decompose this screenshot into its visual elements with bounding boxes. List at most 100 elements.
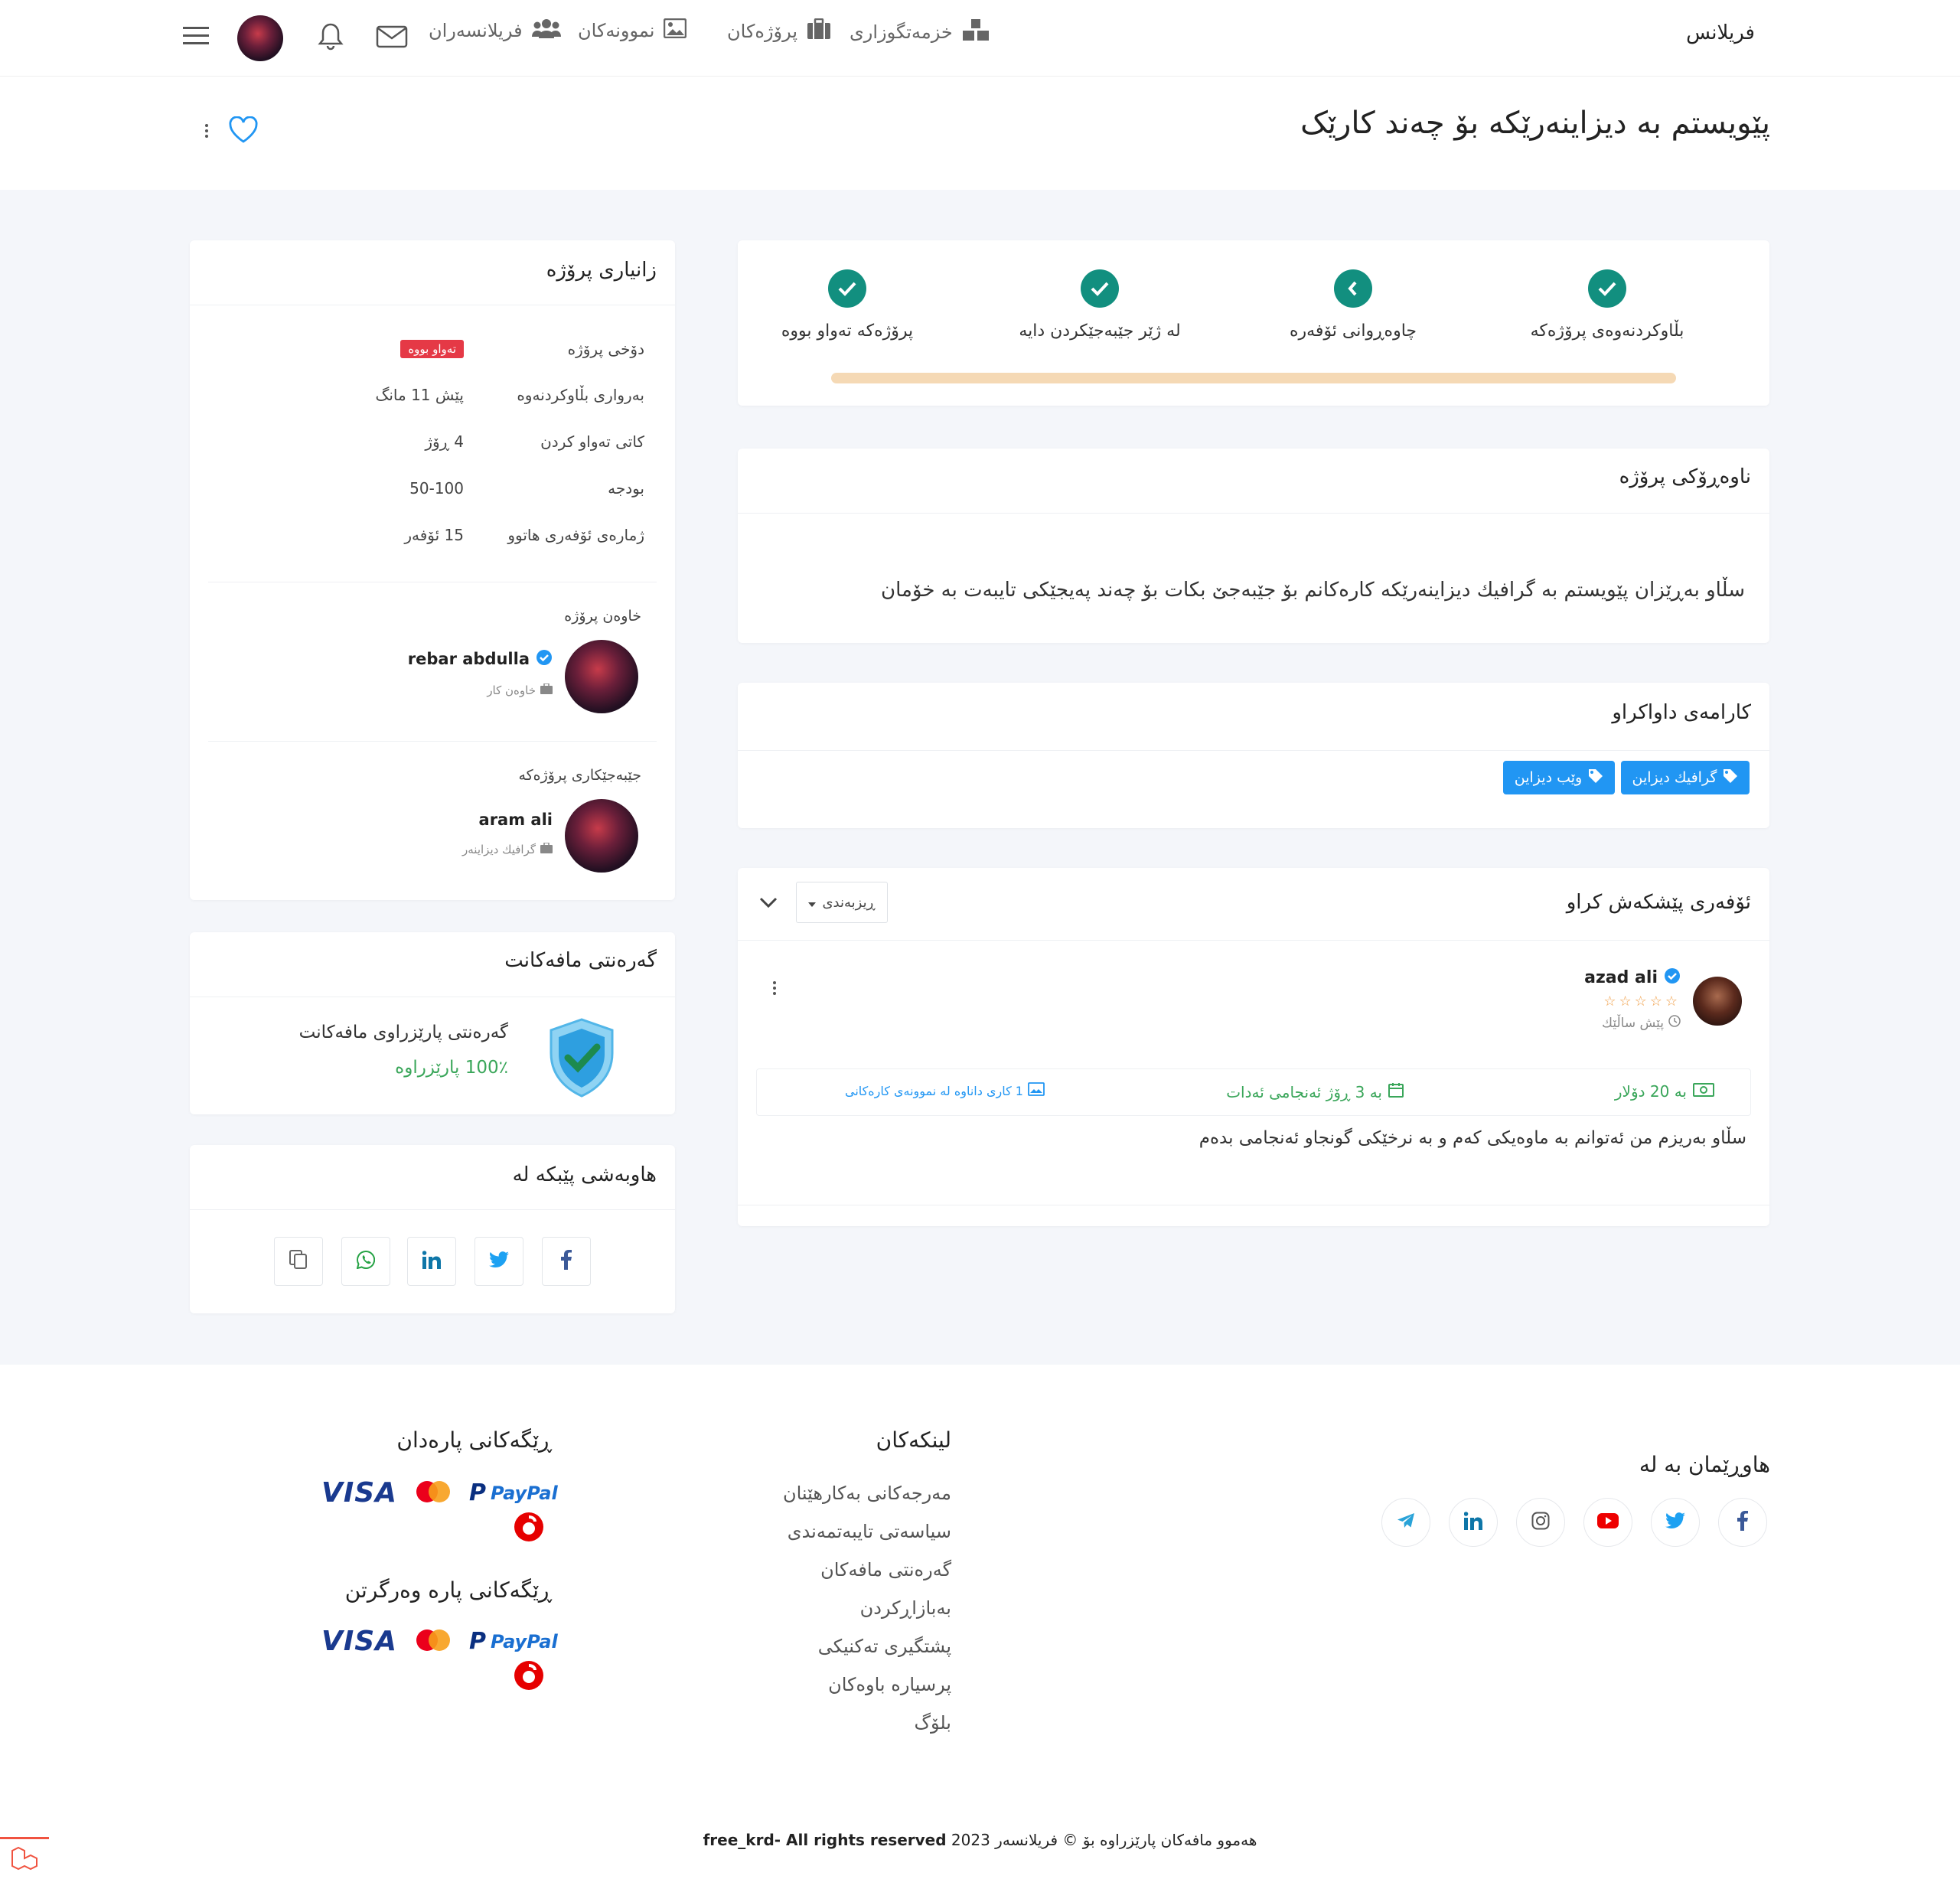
owner-name[interactable]: rebar abdulla (408, 649, 553, 669)
share-twitter-button[interactable] (475, 1237, 523, 1286)
offer-message: سڵاو بەریزم من ئەتوانم بە ماوەیکی کەم و … (1199, 1128, 1746, 1148)
verified-icon (1664, 967, 1681, 987)
nav-services-label: خزمەتگوزاری (850, 21, 953, 43)
twitter-icon (1665, 1512, 1685, 1532)
guarantee-line2: 100٪ پارێزراوە (395, 1058, 508, 1078)
sort-label: ڕیزبەندی (822, 894, 876, 911)
social-instagram-button[interactable] (1516, 1498, 1565, 1547)
owner-avatar[interactable] (565, 640, 638, 713)
offer-time-text: پێش ساڵێك (1602, 1015, 1664, 1031)
footer-link[interactable]: بەبازاڕکردن (860, 1597, 951, 1619)
offer-user-name[interactable]: azad ali (1584, 967, 1681, 987)
image-icon (1028, 1082, 1045, 1099)
status-badge: تەواو بووە (400, 340, 464, 358)
chevron-down-icon[interactable] (756, 891, 781, 914)
step-label: لە ژێر جێبەجێکردن دایە (1019, 321, 1181, 341)
nav-services[interactable]: خزمەتگوزاری (850, 18, 990, 46)
links-title: لینکەکان (876, 1427, 951, 1453)
debug-bar-icon[interactable] (0, 1837, 49, 1879)
freelancer-avatar[interactable] (565, 799, 638, 873)
share-title: هاوبەشی پێبکە لە (512, 1163, 657, 1186)
footer-link[interactable]: مەرجەکانی بەکارهێنان (783, 1483, 951, 1504)
step-published: بڵاوکردنەوەی پرۆژەکە (1481, 269, 1733, 341)
paypal-p-icon: P (469, 1479, 487, 1506)
offer-time: پێش ساڵێك (1602, 1015, 1681, 1031)
offer-avatar[interactable] (1693, 977, 1742, 1026)
footer-link[interactable]: گەرەنتی مافەکان (820, 1559, 951, 1581)
check-icon (1588, 269, 1626, 308)
offer-duration: بە 3 ڕۆژ ئەنجامی ئەدات (1226, 1082, 1404, 1101)
vodafone-icon (513, 1659, 545, 1695)
share-linkedin-button[interactable] (407, 1237, 456, 1286)
divider (190, 1209, 675, 1210)
visa-logo: VISA (321, 1477, 398, 1509)
briefcase-icon (540, 683, 553, 698)
top-navbar: فریلانسەران نموونەکان پرۆژەکان خزمەتگوزا… (0, 0, 1960, 77)
copyright: free_krd- All rights reserved هەموو مافە… (0, 1831, 1960, 1849)
offer-price-text: بە 20 دۆلار (1614, 1082, 1687, 1101)
nav-freelancers-label: فریلانسەران (429, 20, 523, 41)
freelancer-name-text[interactable]: aram ali (479, 811, 553, 829)
nav-portfolio-label: نموونەکان (578, 20, 655, 41)
social-telegram-button[interactable] (1381, 1498, 1430, 1547)
guarantee-line1: گەرەنتی پارێزراوی مافەکانت (298, 1023, 508, 1042)
share-card: هاوبەشی پێبکە لە (190, 1145, 675, 1313)
skill-tag[interactable]: وێب دیزاین (1503, 761, 1615, 794)
footer-link[interactable]: پشتگیری تەکنیکی (818, 1636, 951, 1657)
footer-link[interactable]: پرسیارە باوەکان (828, 1674, 951, 1695)
step-completed: پرۆژەکە تەواو بووە (721, 269, 973, 341)
sort-dropdown[interactable]: ڕیزبەندی (796, 882, 888, 923)
offer-portfolio[interactable]: 1 کاری داناوە لە نموونەی کارەکانی (845, 1082, 1045, 1099)
owner-role: خاوەن کار (487, 683, 553, 698)
offer-portfolio-text: 1 کاری داناوە لە نموونەی کارەکانی (845, 1083, 1023, 1098)
footer-link[interactable]: سیاسەتی تایبەتمەندی (788, 1521, 951, 1542)
paypal-text: PayPal (491, 1482, 558, 1504)
social-linkedin-button[interactable] (1449, 1498, 1498, 1547)
more-options-icon[interactable] (768, 978, 781, 998)
nav-projects[interactable]: پرۆژەکان (727, 18, 831, 44)
nav-freelancers[interactable]: فریلانسەران (429, 18, 561, 43)
tag-icon (1588, 768, 1603, 788)
payment-title: ڕێگەکانی پارەدان (396, 1427, 552, 1453)
freelancer-role-text: گرافیك دیزاینەر (462, 843, 536, 856)
share-facebook-button[interactable] (542, 1237, 591, 1286)
offers-card: ئۆفەری پێشکەش کراو ڕیزبەندی azad ali ☆☆☆… (738, 868, 1769, 1226)
mastercard-logo (414, 1629, 452, 1655)
owner-name-text: rebar abdulla (407, 650, 530, 668)
info-key: ژمارەی ئۆفەری هاتوو (507, 526, 644, 544)
menu-icon[interactable] (182, 24, 210, 47)
nav-portfolio[interactable]: نموونەکان (578, 18, 687, 43)
rating-stars: ☆☆☆☆☆ (1603, 993, 1681, 1010)
more-options-icon[interactable] (201, 119, 213, 142)
freelancer-label: جێبەجێکاری پرۆژەکە (518, 767, 641, 784)
twitter-icon (489, 1251, 509, 1271)
receive-methods: VISA P PayPal (321, 1626, 558, 1657)
step-waiting-offers: چاوەڕوانی ئۆفەرە (1227, 269, 1479, 341)
social-twitter-button[interactable] (1651, 1498, 1700, 1547)
bell-icon[interactable] (315, 21, 346, 52)
owner-label: خاوەن پرۆژە (564, 608, 641, 625)
clock-icon (1668, 1015, 1681, 1031)
brand-logo[interactable]: فریلانس (1686, 21, 1755, 44)
guarantee-card: گەرەنتی مافەکانت گەرەنتی پارێزراوی مافەک… (190, 932, 675, 1114)
info-value: 50-100 (409, 479, 464, 497)
skills-card: کارامەی داواکراو گرافیك دیزاین وێب دیزای… (738, 683, 1769, 828)
share-whatsapp-button[interactable] (341, 1237, 390, 1286)
chevron-left-icon (1334, 269, 1372, 308)
skill-tag[interactable]: گرافیك دیزاین (1621, 761, 1750, 794)
vodafone-icon (513, 1511, 545, 1546)
social-youtube-button[interactable] (1583, 1498, 1632, 1547)
mail-icon[interactable] (375, 23, 409, 51)
shield-check-icon (546, 1018, 617, 1101)
linkedin-icon (422, 1251, 441, 1272)
briefcase-icon (540, 842, 553, 857)
share-copy-button[interactable] (274, 1237, 323, 1286)
step-label: بڵاوکردنەوەی پرۆژەکە (1530, 321, 1684, 341)
divider (738, 750, 1769, 751)
nav-projects-label: پرۆژەکان (727, 21, 798, 42)
user-avatar[interactable] (237, 15, 283, 61)
caret-down-icon (808, 895, 817, 911)
footer-link[interactable]: بلۆگ (914, 1712, 951, 1734)
heart-icon[interactable] (227, 115, 260, 145)
social-facebook-button[interactable] (1718, 1498, 1767, 1547)
